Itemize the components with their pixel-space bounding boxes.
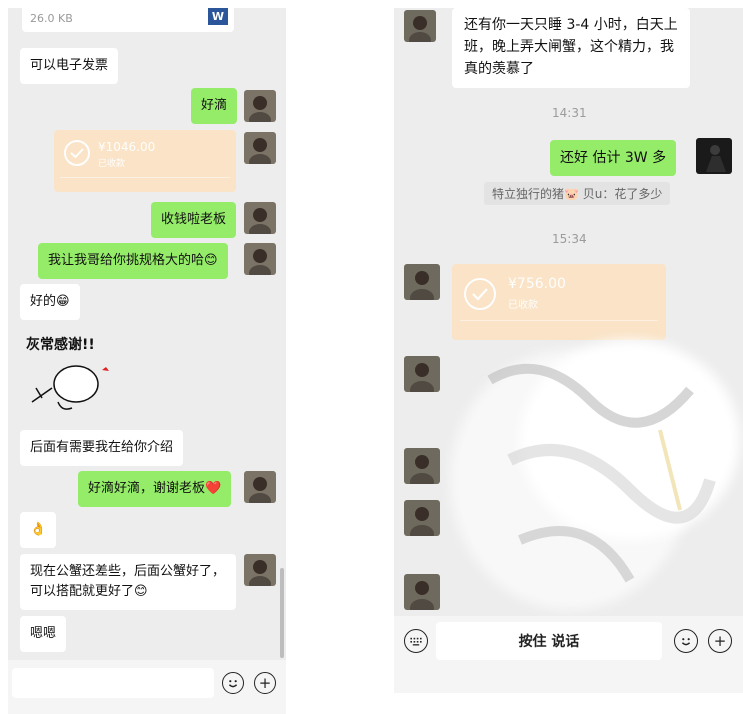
- chat-message[interactable]: 好的😁: [20, 284, 80, 320]
- transfer-footer-divider: [60, 177, 230, 178]
- timestamp: 14:31: [552, 106, 587, 120]
- chat-message[interactable]: 还好 估计 3W 多: [550, 140, 677, 176]
- word-file-icon: W: [208, 8, 228, 25]
- transfer-card[interactable]: ¥1046.00 已收款: [54, 130, 236, 192]
- avatar[interactable]: [244, 243, 276, 275]
- sticker-figure-icon: [31, 365, 109, 410]
- timestamp: 15:34: [552, 232, 587, 246]
- chat-message[interactable]: 好滴好滴，谢谢老板❤️: [78, 471, 232, 507]
- avatar[interactable]: [244, 132, 276, 164]
- transfer-card[interactable]: ¥756.00 已收款: [452, 264, 666, 340]
- avatar[interactable]: [404, 448, 440, 484]
- avatar[interactable]: [404, 356, 440, 392]
- input-bar: 按住 说话 +: [394, 616, 743, 693]
- transfer-status: 已收款: [98, 159, 126, 169]
- chat-message[interactable]: 我让我哥给你挑规格大的哈😊: [38, 243, 228, 279]
- scrollbar[interactable]: [280, 568, 284, 658]
- smiley-face-icon[interactable]: [674, 629, 698, 653]
- avatar[interactable]: [244, 202, 276, 234]
- transfer-amount: ¥756.00: [508, 276, 566, 292]
- redacted-image-message[interactable]: [450, 340, 742, 620]
- thank-you-sticker[interactable]: 灰常感谢!!: [22, 328, 118, 420]
- avatar[interactable]: [404, 264, 440, 300]
- chat-message[interactable]: 收钱啦老板: [151, 202, 237, 238]
- avatar[interactable]: [404, 574, 440, 610]
- chat-message[interactable]: 现在公蟹还差些，后面公蟹好了，可以搭配就更好了😊: [20, 554, 236, 610]
- smiley-face-icon[interactable]: [222, 672, 244, 694]
- input-bar: +: [8, 660, 286, 714]
- chat-message[interactable]: 👌: [20, 512, 57, 548]
- quoted-reply[interactable]: 特立独行的猪🐷 贝u：花了多少: [484, 182, 671, 205]
- avatar[interactable]: [244, 471, 276, 503]
- check-circle-icon: [64, 140, 90, 166]
- avatar[interactable]: [404, 500, 440, 536]
- transfer-status: 已收款: [508, 300, 538, 311]
- file-message-card[interactable]: 26.0 KB W: [22, 8, 234, 32]
- plus-circle-icon[interactable]: +: [708, 629, 732, 653]
- avatar[interactable]: [696, 138, 732, 174]
- plus-circle-icon[interactable]: +: [254, 672, 276, 694]
- hold-to-talk-button[interactable]: 按住 说话: [436, 622, 662, 660]
- transfer-footer-divider: [460, 320, 658, 321]
- transfer-amount: ¥1046.00: [98, 140, 156, 154]
- avatar[interactable]: [244, 90, 276, 122]
- chat-message[interactable]: 嗯嗯: [20, 616, 67, 652]
- avatar[interactable]: [244, 554, 276, 586]
- keyboard-icon[interactable]: [404, 629, 428, 653]
- avatar[interactable]: [404, 10, 436, 42]
- chat-message[interactable]: 还有你一天只睡 3-4 小时，白天上班，晚上弄大闸蟹，这个精力，我真的羡慕了: [452, 8, 690, 88]
- chat-message[interactable]: 好滴: [191, 88, 238, 124]
- check-circle-icon: [464, 278, 496, 310]
- right-chat-panel: 还有你一天只睡 3-4 小时，白天上班，晚上弄大闸蟹，这个精力，我真的羡慕了 1…: [394, 8, 743, 693]
- chat-message[interactable]: 后面有需要我在给你介绍: [20, 430, 184, 466]
- sticker-text: 灰常感谢!!: [26, 337, 95, 353]
- message-input[interactable]: [12, 668, 214, 698]
- left-chat-panel: 26.0 KB W 可以电子发票 好滴 ¥1046.00 已收款 收钱啦老板 我…: [8, 8, 286, 714]
- scribble-overlay: [487, 363, 716, 583]
- chat-message[interactable]: 可以电子发票: [20, 48, 119, 84]
- file-size: 26.0 KB: [30, 12, 73, 25]
